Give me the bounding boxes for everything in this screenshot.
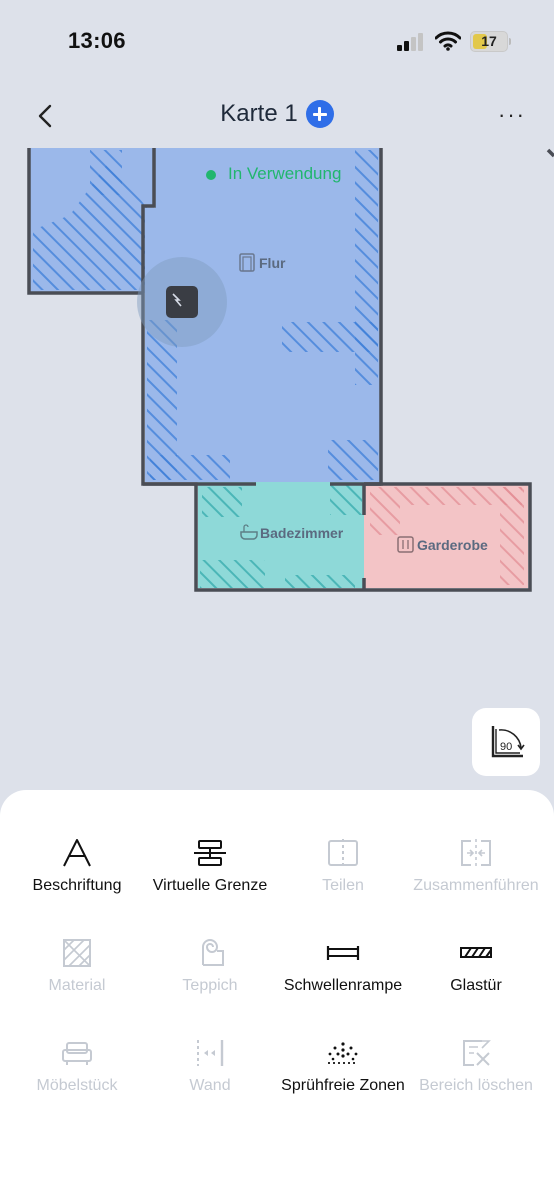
- text-label-icon: [63, 839, 91, 867]
- map-canvas[interactable]: In Verwendung Flur Badezimmer Garderobe …: [0, 148, 554, 798]
- bad-hatch-1: [200, 560, 265, 588]
- tool-label: Virtuelle Grenze: [152, 877, 268, 894]
- tool-bereich-loeschen[interactable]: Bereich löschen: [410, 1036, 542, 1094]
- battery-level: 17: [481, 33, 497, 49]
- no-spray-zone-icon: [328, 1042, 358, 1064]
- carpet-icon: [202, 939, 224, 966]
- battery-icon: 17: [470, 31, 511, 52]
- threshold-ramp-icon: [326, 946, 360, 960]
- tool-spruehfreie-zonen[interactable]: Sprühfreie Zonen: [277, 1036, 409, 1094]
- robot-dock-icon[interactable]: [166, 286, 198, 318]
- tool-label: Beschriftung: [32, 877, 122, 894]
- bad-hatch-3: [330, 485, 362, 515]
- room-label-flur[interactable]: Flur: [259, 255, 285, 271]
- tool-label: Zusammenführen: [413, 877, 539, 894]
- wall-icon: [197, 1040, 224, 1066]
- virtual-boundary-icon: [194, 840, 226, 866]
- tool-label: Teilen: [322, 877, 364, 894]
- wall-fragment: [546, 148, 554, 158]
- glass-door-icon: [460, 947, 492, 958]
- tool-material[interactable]: Material: [11, 936, 143, 994]
- tool-label: Glastür: [450, 977, 502, 994]
- rotate-90-icon: 90: [491, 726, 525, 758]
- tool-schwellenrampe[interactable]: Schwellenrampe: [277, 936, 409, 994]
- garderobe-hatch-right: [500, 487, 524, 585]
- plus-circle-icon[interactable]: [305, 100, 334, 128]
- split-icon: [328, 839, 358, 867]
- tool-label: Material: [48, 977, 106, 994]
- map-status-text: In Verwendung: [228, 164, 342, 183]
- tool-teilen[interactable]: Teilen: [277, 836, 409, 894]
- bad-hatch-2: [285, 575, 355, 588]
- title-wrap: Karte 1: [0, 100, 554, 128]
- tool-virtuelle-grenze[interactable]: Virtuelle Grenze: [144, 836, 276, 894]
- tools-sheet: Beschriftung Virtuelle Grenze Teilen Zus…: [0, 790, 554, 1200]
- garderobe-hatch-left: [370, 505, 400, 535]
- room-label-badezimmer[interactable]: Badezimmer: [260, 525, 343, 541]
- tool-teppich[interactable]: Teppich: [144, 936, 276, 994]
- status-bar: 13:06 17: [0, 0, 554, 84]
- erase-area-icon: [463, 1040, 491, 1066]
- tool-label: Wand: [189, 1077, 231, 1094]
- tool-wand[interactable]: Wand: [144, 1036, 276, 1094]
- rotate-map-button[interactable]: 90: [472, 708, 540, 776]
- tool-moebelstueck[interactable]: Möbelstück: [11, 1036, 143, 1094]
- tool-beschriftung[interactable]: Beschriftung: [11, 836, 143, 894]
- tool-label: Schwellenrampe: [283, 977, 403, 994]
- tool-label: Sprühfreie Zonen: [281, 1077, 405, 1094]
- more-options-button[interactable]: ···: [498, 104, 526, 126]
- tool-label: Bereich löschen: [419, 1077, 533, 1094]
- tool-label: Teppich: [182, 977, 238, 994]
- wifi-icon: [435, 31, 461, 51]
- rotate-label: 90: [500, 741, 512, 753]
- cellular-signal-icon: [397, 33, 423, 51]
- nav-bar: Karte 1 ···: [0, 90, 554, 142]
- flur-hatch-mid: [282, 322, 378, 352]
- tool-zusammenfuehren[interactable]: Zusammenführen: [410, 836, 542, 894]
- flur-hatch-bottom-left: [150, 455, 230, 480]
- page-title: Karte 1: [220, 100, 298, 127]
- merge-icon: [461, 839, 491, 867]
- room-label-garderobe[interactable]: Garderobe: [417, 537, 488, 553]
- material-icon: [63, 939, 91, 967]
- status-time: 13:06: [68, 28, 126, 53]
- map-status: In Verwendung: [206, 164, 341, 184]
- bad-hatch-4: [202, 487, 242, 517]
- tool-glastuer[interactable]: Glastür: [410, 936, 542, 994]
- room-left-hatch-2: [90, 150, 122, 195]
- furniture-icon: [62, 1042, 92, 1065]
- tool-label: Möbelstück: [36, 1077, 118, 1094]
- flur-hatch-bottom: [328, 440, 378, 480]
- floor-plan: [27, 148, 554, 592]
- status-dot: [206, 169, 216, 180]
- garderobe-hatch-top: [370, 487, 522, 505]
